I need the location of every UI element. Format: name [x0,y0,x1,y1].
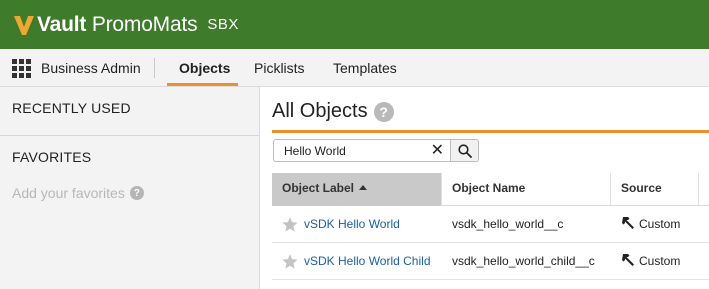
object-name: vsdk_hello_world__c [452,217,564,231]
brand-name: Vault PromoMats [37,12,198,36]
table-row: vSDK Hello World Child vsdk_hello_world_… [272,243,709,280]
vault-logo[interactable]: Vault PromoMats [13,12,198,37]
object-source: Custom [621,206,680,242]
search-button[interactable] [451,139,479,162]
table-row: vSDK Hello World vsdk_hello_world__c Cus… [272,206,709,243]
active-tab-indicator [167,83,238,86]
column-header-object-label[interactable]: Object Label [272,173,442,206]
vault-v-logo-icon [14,15,34,35]
table-header: Object Label Object Name Source [272,173,709,206]
sidebar-divider [0,135,259,136]
favorites-empty-message: Add your favorites ? [12,185,144,201]
favorite-star-icon[interactable] [281,253,299,270]
title-underline [272,130,709,133]
favorite-star-icon[interactable] [281,216,299,233]
sort-ascending-icon [359,185,368,190]
top-header-bar: Vault PromoMats SBX [0,0,709,49]
search-icon [457,143,472,158]
favorites-heading: FAVORITES [12,149,92,165]
main-content: All Objects ? Hello World ✕ Object Label… [261,87,709,289]
tab-picklists[interactable]: Picklists [254,60,305,76]
title-help-icon[interactable]: ? [373,101,394,122]
help-icon[interactable]: ? [129,186,144,200]
favorites-empty-text: Add your favorites [12,185,125,201]
tab-templates[interactable]: Templates [333,60,397,76]
app-name[interactable]: Business Admin [41,60,141,76]
column-header-object-name[interactable]: Object Name [442,173,611,206]
search-input[interactable]: Hello World ✕ [273,139,451,162]
app-launcher-grid-icon[interactable] [12,59,31,78]
sidebar: RECENTLY USED FAVORITES Add your favorit… [0,87,260,289]
app-nav-bar: Business Admin Objects Picklists Templat… [0,49,709,87]
object-source: Custom [621,243,680,279]
environment-label: SBX [207,16,239,33]
tab-objects[interactable]: Objects [179,60,230,76]
object-label-link[interactable]: vSDK Hello World [304,206,400,242]
hammer-icon [622,254,634,266]
page-title: All Objects ? [272,100,394,123]
nav-divider [154,58,155,78]
recently-used-heading: RECENTLY USED [12,100,131,116]
objects-table: Object Label Object Name Source vSDK Hel… [272,173,709,280]
column-header-source[interactable]: Source [611,173,699,206]
object-name: vsdk_hello_world_child__c [452,254,595,268]
search-input-value: Hello World [284,144,346,158]
object-label-link[interactable]: vSDK Hello World Child [304,243,431,279]
hammer-icon [622,217,634,229]
page-title-text: All Objects [272,100,368,122]
clear-search-icon[interactable]: ✕ [431,141,444,161]
